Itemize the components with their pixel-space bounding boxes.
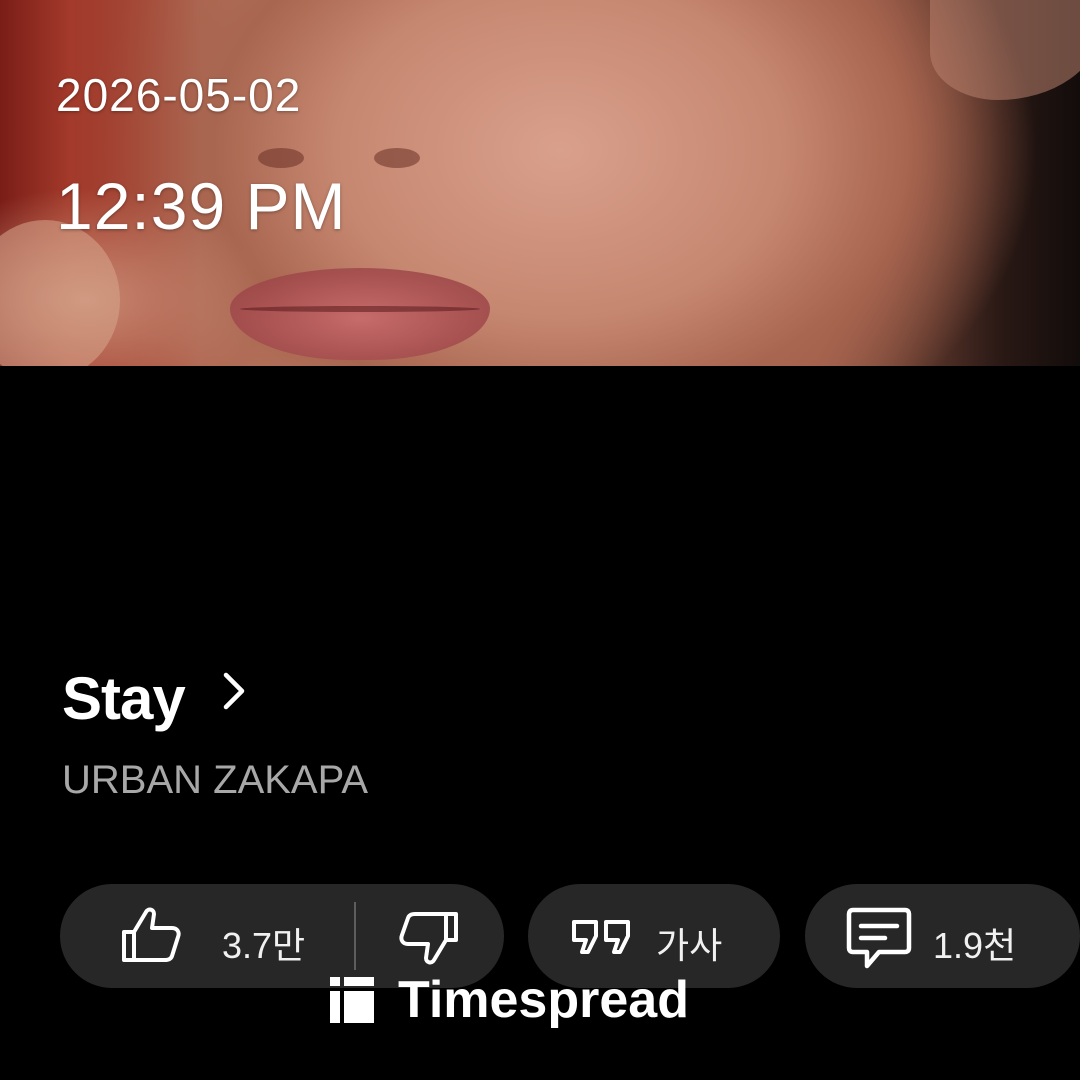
lyrics-quote-icon: [572, 920, 630, 954]
like-count: 3.7만: [222, 925, 306, 966]
art-nostril-left: [258, 148, 304, 168]
thumbs-up-icon: [122, 907, 181, 962]
track-title: Stay: [62, 665, 186, 732]
time-stamp: 12:39 PM: [56, 169, 347, 243]
album-art: 2026-05-02 12:39 PM: [0, 0, 1080, 366]
art-nostril-right: [374, 148, 420, 168]
chevron-right-icon: [223, 672, 244, 709]
like-button[interactable]: 3.7만: [60, 884, 354, 988]
timespread-logo-icon: [330, 977, 374, 1023]
lyrics-label: 가사: [656, 925, 723, 966]
watermark-text: Timespread: [398, 971, 689, 1029]
art-lips: [230, 268, 490, 360]
art-ear: [930, 0, 1080, 100]
comment-count: 1.9천: [933, 925, 1017, 966]
like-divider: [354, 902, 356, 970]
comment-icon: [846, 907, 912, 969]
timespread-watermark: Timespread: [328, 970, 689, 1030]
track-title-link[interactable]: Stay: [62, 664, 249, 733]
thumbs-down-icon: [399, 912, 458, 965]
artist-name[interactable]: URBAN ZAKAPA: [62, 758, 368, 803]
art-lip-line: [240, 306, 480, 312]
comments-button[interactable]: 1.9천: [805, 884, 1080, 988]
date-stamp: 2026-05-02: [56, 69, 302, 121]
